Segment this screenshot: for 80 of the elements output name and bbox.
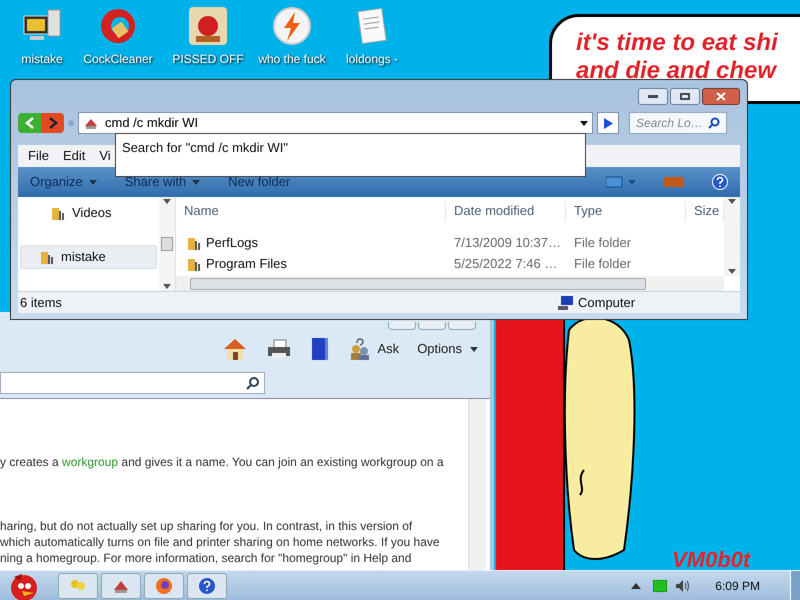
folder-icon — [50, 205, 66, 221]
search-placeholder: Search Lo… — [636, 115, 703, 132]
menu-item[interactable]: File — [28, 146, 49, 166]
search-field[interactable] — [0, 372, 265, 394]
command-button[interactable]: Organize — [30, 172, 97, 192]
help-icon — [198, 576, 216, 594]
menu-item[interactable]: Vi — [99, 146, 111, 166]
horizontal-scrollbar[interactable] — [176, 276, 724, 291]
address-text: cmd /c mkdir WI — [105, 114, 200, 132]
folder-icon — [39, 249, 55, 265]
scrollbar[interactable] — [159, 197, 175, 291]
signature-text: VM0b0t — [672, 548, 750, 572]
nav-item-label: Videos — [72, 204, 112, 222]
home-icon[interactable] — [222, 337, 248, 361]
column-header[interactable]: Name — [176, 201, 446, 221]
address-field[interactable]: cmd /c mkdir WI — [78, 112, 593, 134]
date-cell-text: 7/13/2009 10:37… — [453, 234, 562, 252]
cleaner-icon — [98, 6, 138, 46]
file-name[interactable]: Program Files — [206, 254, 287, 274]
scroll-thumb[interactable] — [190, 278, 646, 290]
command-button[interactable]: Share with — [124, 172, 200, 192]
back-button[interactable] — [18, 113, 41, 133]
close-button[interactable] — [702, 88, 740, 105]
network-icon[interactable] — [653, 580, 668, 592]
close-icon — [716, 92, 726, 101]
scroll-thumb[interactable] — [161, 237, 173, 251]
search-icon — [246, 376, 260, 390]
caret-icon — [88, 180, 97, 184]
printer-icon[interactable] — [266, 338, 292, 360]
browser-icon — [155, 576, 173, 594]
show-desktop-button[interactable] — [790, 570, 800, 600]
help-icon[interactable] — [712, 174, 728, 190]
caret-icon — [470, 346, 478, 352]
scroll-down-icon — [163, 284, 171, 289]
computer-icon — [558, 296, 574, 310]
taskbar-button[interactable] — [101, 572, 141, 598]
help-paragraph: haring, but do not actually set up sharing for you. In contrast, in this version of which automatically turns on file and printer sharing on home networks. If you have ning a homegroup. For more information, search for "homegroup" in Help and — [0, 518, 441, 566]
view-icon[interactable] — [606, 176, 636, 188]
minimize-button[interactable] — [638, 88, 668, 105]
forward-button[interactable] — [41, 113, 64, 133]
search-suggestion[interactable]: Search for "cmd /c mkdir WI" — [122, 140, 288, 155]
caret-icon — [192, 180, 200, 184]
speaker-icon[interactable] — [675, 578, 692, 592]
search-field[interactable]: Search Lo… — [629, 112, 727, 134]
menu-item[interactable]: Edit — [62, 146, 86, 166]
maximize-icon — [680, 93, 690, 100]
type-cell-text: File folder — [573, 234, 632, 252]
file-name[interactable]: PerfLogs — [206, 232, 258, 252]
taskbar-button[interactable] — [144, 572, 184, 598]
taskbar-button[interactable] — [187, 572, 227, 598]
scrollbar[interactable] — [724, 197, 740, 276]
date-cell-text: 5/25/2022 7:46 … — [453, 254, 558, 273]
speech-text: and die and chew — [576, 57, 778, 85]
clock[interactable]: 6:09 PM — [715, 576, 760, 594]
command-button[interactable]: New folder — [228, 172, 290, 192]
book-icon[interactable] — [310, 336, 330, 362]
item-count: 6 items — [19, 294, 63, 312]
play-icon — [604, 118, 612, 128]
nav-item[interactable]: mistake — [20, 245, 157, 269]
maximize-button[interactable] — [670, 88, 700, 105]
lightning-bolt-icon — [272, 6, 312, 46]
column-header[interactable]: Type — [566, 201, 686, 221]
help-paragraph: y creates a workgroup and gives it a name. You can join an existing workgroup on a — [0, 454, 445, 470]
dropdown-caret-icon — [580, 120, 588, 126]
column-header[interactable]: Date modified — [446, 201, 566, 221]
nav-item[interactable]: Videos — [20, 201, 157, 225]
scroll-down-icon — [728, 269, 736, 274]
workgroup-link[interactable]: workgroup — [62, 455, 118, 469]
options-button[interactable]: Options — [417, 339, 478, 359]
ask-link[interactable]: Ask — [378, 339, 400, 359]
game-icon — [188, 6, 228, 46]
go-button[interactable] — [597, 112, 619, 134]
type-cell-text: File folder — [573, 254, 632, 273]
speech-text: it's time to eat shi — [576, 29, 780, 57]
minimize-icon — [648, 95, 658, 98]
location-text: Computer — [578, 294, 636, 312]
tray-arrow-icon[interactable] — [631, 582, 642, 588]
search-icon — [708, 117, 720, 129]
scrollbar[interactable] — [468, 399, 486, 570]
nav-item-label: mistake — [61, 248, 106, 266]
